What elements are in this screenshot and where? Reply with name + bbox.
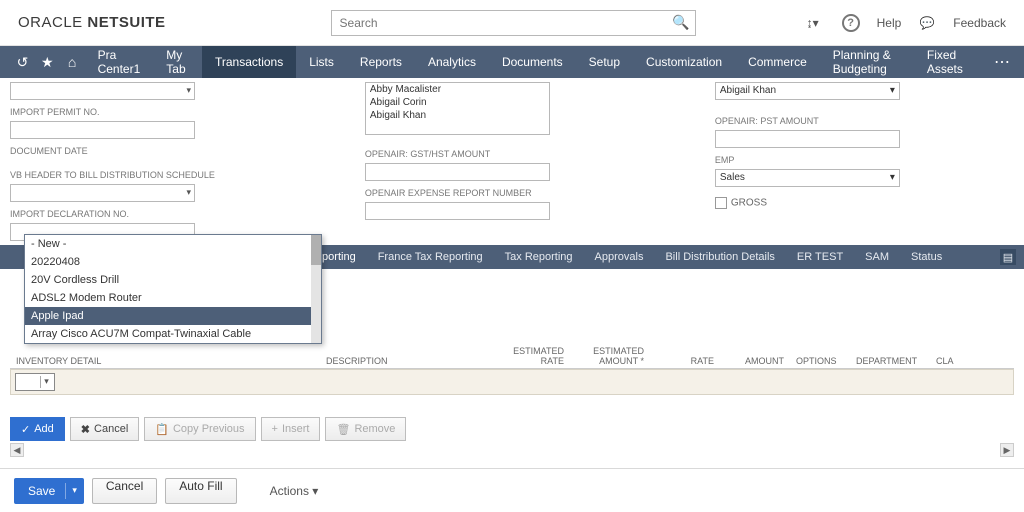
- nav-item-analytics[interactable]: Analytics: [415, 46, 489, 78]
- row-cancel-button[interactable]: ✖Cancel: [70, 417, 139, 441]
- dropdown-item[interactable]: 20220408: [25, 253, 321, 271]
- brand-right: NETSUITE: [87, 14, 165, 31]
- scroll-right-icon[interactable]: ▶: [1000, 443, 1014, 457]
- input-gst-hst[interactable]: [365, 163, 550, 181]
- col-inventory: INVENTORY DETAIL: [10, 356, 320, 366]
- feedback-icon[interactable]: 💬: [915, 11, 939, 35]
- label-vb-header: VB HEADER TO BILL DISTRIBUTION SCHEDULE: [10, 170, 215, 180]
- help-label[interactable]: Help: [877, 16, 902, 30]
- nav-item-reports[interactable]: Reports: [347, 46, 415, 78]
- favorites-icon[interactable]: ★: [35, 54, 60, 71]
- label-emp: EMP: [715, 155, 915, 165]
- input-pst-amount[interactable]: [715, 130, 900, 148]
- col-est-rate: ESTIMATED RATE: [490, 346, 570, 366]
- label-expense-report: OPENAIR EXPENSE REPORT NUMBER: [365, 188, 565, 198]
- name-list-item[interactable]: Abigail Corin: [366, 96, 549, 109]
- subtab-approvals[interactable]: Approvals: [595, 251, 644, 263]
- item-dropdown[interactable]: - New -2022040820V Cordless DrillADSL2 M…: [24, 234, 322, 344]
- autofill-button[interactable]: Auto Fill: [165, 478, 236, 504]
- label-import-declaration: IMPORT DECLARATION NO.: [10, 209, 215, 219]
- nav-item-customization[interactable]: Customization: [633, 46, 735, 78]
- select-emp[interactable]: Sales▾: [715, 169, 900, 187]
- scroll-left-icon[interactable]: ◀: [10, 443, 24, 457]
- copy-previous-button[interactable]: 📋Copy Previous: [144, 417, 255, 441]
- search-icon[interactable]: 🔍: [672, 14, 689, 31]
- label-import-permit: IMPORT PERMIT NO.: [10, 107, 215, 117]
- dropdown-scrollbar[interactable]: [311, 235, 321, 343]
- label-gst-hst: OPENAIR: GST/HST AMOUNT: [365, 149, 565, 159]
- grid-row[interactable]: ▾: [10, 369, 1014, 395]
- label-document-date: DOCUMENT DATE: [10, 146, 215, 156]
- col-amount: AMOUNT: [720, 356, 790, 366]
- nav-item-commerce[interactable]: Commerce: [735, 46, 820, 78]
- name-list-item[interactable]: Abigail Khan: [366, 109, 549, 122]
- col-department: DEPARTMENT: [850, 356, 930, 366]
- insert-button[interactable]: +Insert: [261, 417, 321, 441]
- subtab-layout-icon[interactable]: ▤: [1000, 249, 1016, 265]
- subtab-sam[interactable]: SAM: [865, 251, 889, 263]
- nav-item-pra-center1[interactable]: Pra Center1: [85, 46, 154, 78]
- brand-logo: ORACLE NETSUITE: [18, 14, 166, 31]
- nav-item-transactions[interactable]: Transactions: [202, 46, 296, 78]
- add-button[interactable]: ✓Add: [10, 417, 65, 441]
- subtab-france[interactable]: France Tax Reporting: [378, 251, 483, 263]
- horizontal-scrollbar[interactable]: ◀ ▶: [10, 443, 1014, 457]
- save-button[interactable]: Save▾: [14, 478, 84, 504]
- unknown-select-1[interactable]: ▾: [10, 82, 195, 100]
- footer-bar: Save▾ Cancel Auto Fill Actions ▾: [0, 468, 1024, 512]
- select-top-name[interactable]: Abigail Khan▾: [715, 82, 900, 100]
- name-list-item[interactable]: Abby Macalister: [366, 83, 549, 96]
- nav-item-setup[interactable]: Setup: [576, 46, 633, 78]
- home-icon[interactable]: ⌂: [60, 54, 85, 70]
- actions-menu[interactable]: Actions ▾: [270, 484, 319, 498]
- col-est-amount: ESTIMATED AMOUNT *: [570, 346, 650, 366]
- nav-item-my-tab[interactable]: My Tab: [153, 46, 202, 78]
- nav-overflow-icon[interactable]: ⋯: [980, 52, 1024, 72]
- nav-item-lists[interactable]: Lists: [296, 46, 347, 78]
- input-import-permit[interactable]: [10, 121, 195, 139]
- role-switcher-icon[interactable]: ↨▾: [801, 11, 825, 35]
- col-options: OPTIONS: [790, 356, 850, 366]
- dropdown-item[interactable]: Array Cisco ACU7M Compat-Twinaxial Cable: [25, 325, 321, 343]
- cancel-button[interactable]: Cancel: [92, 478, 157, 504]
- nav-item-fixed-assets[interactable]: Fixed Assets: [914, 46, 980, 78]
- main-nav: ↺ ★ ⌂ Pra Center1My TabTransactionsLists…: [0, 46, 1024, 78]
- label-pst-amount: OPENAIR: PST AMOUNT: [715, 116, 915, 126]
- label-gross: GROSS: [731, 198, 767, 209]
- subtab-ertest[interactable]: ER TEST: [797, 251, 843, 263]
- col-rate: RATE: [650, 356, 720, 366]
- col-cla: CLA: [930, 356, 960, 366]
- name-listbox[interactable]: Abby MacalisterAbigail CorinAbigail Khan: [365, 82, 550, 135]
- subtab-billdist[interactable]: Bill Distribution Details: [665, 251, 774, 263]
- brand-left: ORACLE: [18, 14, 83, 31]
- input-expense-report[interactable]: [365, 202, 550, 220]
- col-description: DESCRIPTION: [320, 356, 490, 366]
- search-input[interactable]: [331, 10, 696, 36]
- subtab-status[interactable]: Status: [911, 251, 942, 263]
- subtab-tax[interactable]: Tax Reporting: [505, 251, 573, 263]
- grid-header: INVENTORY DETAIL DESCRIPTION ESTIMATED R…: [10, 341, 1014, 369]
- select-top-name-value: Abigail Khan: [720, 85, 776, 96]
- dropdown-item[interactable]: Apple Ipad: [25, 307, 321, 325]
- remove-button[interactable]: 🗑Remove: [325, 417, 406, 441]
- dropdown-item[interactable]: ADSL2 Modem Router: [25, 289, 321, 307]
- feedback-label[interactable]: Feedback: [953, 16, 1006, 30]
- input-vb-header[interactable]: ▾: [10, 184, 195, 202]
- help-icon[interactable]: ?: [839, 11, 863, 35]
- checkbox-gross[interactable]: [715, 197, 727, 209]
- dropdown-item[interactable]: 20V Cordless Drill: [25, 271, 321, 289]
- dropdown-item[interactable]: - New -: [25, 235, 321, 253]
- nav-item-planning-budgeting[interactable]: Planning & Budgeting: [820, 46, 914, 78]
- nav-item-documents[interactable]: Documents: [489, 46, 576, 78]
- select-emp-value: Sales: [720, 172, 745, 183]
- recent-icon[interactable]: ↺: [10, 54, 35, 71]
- item-cell-dropdown[interactable]: ▾: [15, 373, 55, 391]
